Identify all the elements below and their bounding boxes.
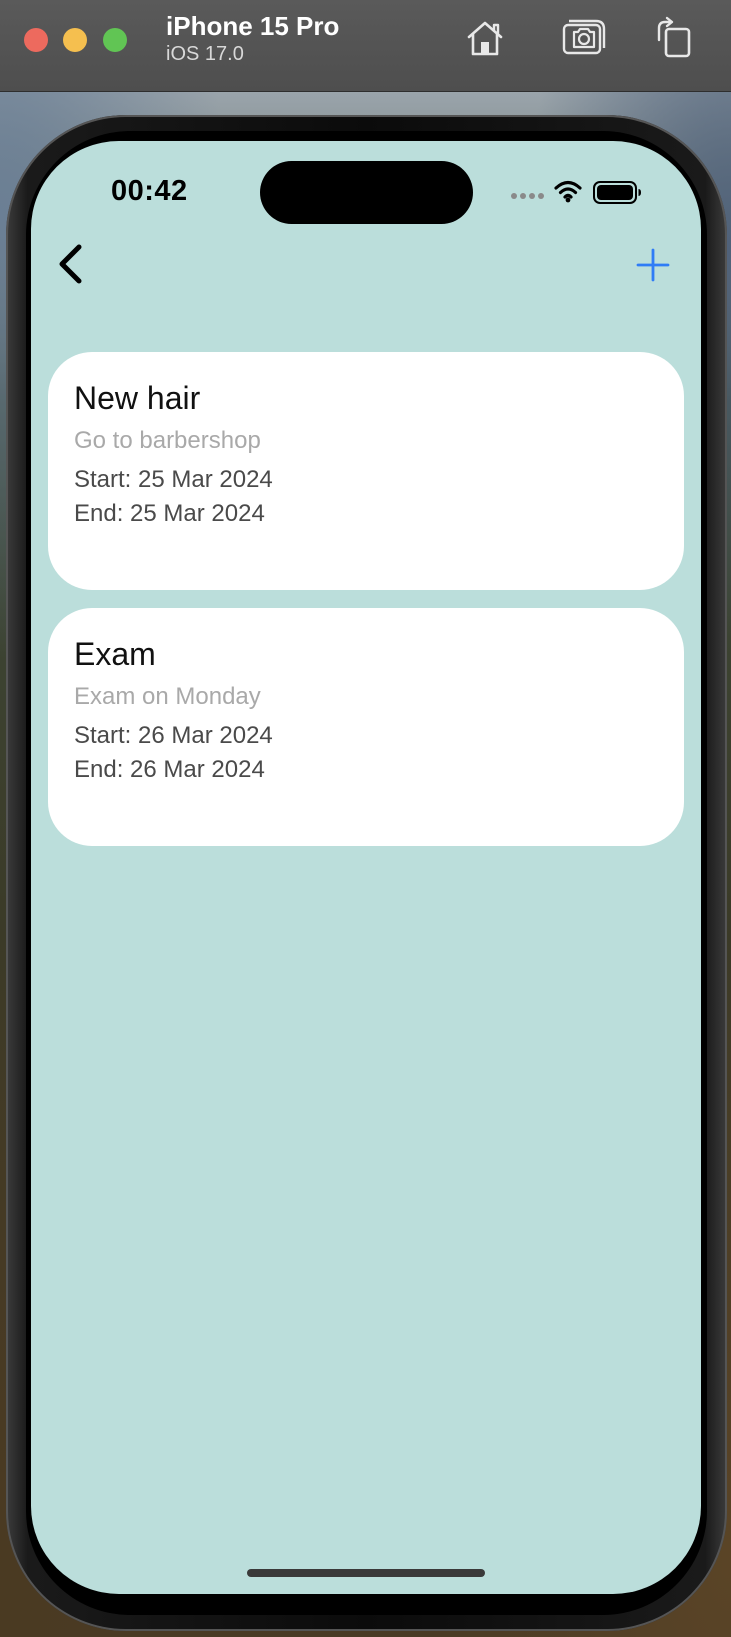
event-card[interactable]: New hair Go to barbershop Start: 25 Mar … (48, 352, 684, 590)
window-minimize-button[interactable] (63, 28, 87, 52)
rotate-button[interactable] (653, 16, 697, 60)
wifi-icon (554, 180, 582, 199)
back-button[interactable] (53, 241, 93, 289)
plus-icon (636, 248, 670, 282)
event-title: New hair (74, 380, 201, 416)
event-end-date: End: 25 Mar 2024 (74, 500, 265, 527)
event-description: Exam on Monday (74, 683, 261, 710)
simulator-titlebar: iPhone 15 Pro iOS 17.0 (0, 0, 731, 92)
cellular-dots-icon (511, 193, 544, 199)
window-close-button[interactable] (24, 28, 48, 52)
dynamic-island (260, 161, 473, 224)
home-icon (467, 21, 503, 56)
os-version: iOS 17.0 (166, 43, 244, 65)
event-start-date: Start: 26 Mar 2024 (74, 722, 273, 749)
rotate-icon (657, 16, 691, 58)
chevron-left-icon (59, 244, 82, 284)
status-icons (510, 177, 670, 207)
battery-icon (593, 181, 641, 204)
event-start-date: Start: 25 Mar 2024 (74, 466, 273, 493)
event-description: Go to barbershop (74, 427, 261, 454)
event-end-date: End: 26 Mar 2024 (74, 756, 265, 783)
device-name: iPhone 15 Pro (166, 11, 340, 41)
home-button[interactable] (463, 16, 507, 60)
phone-screen: 00:42 New hair Go to barbershop Start: 2… (31, 141, 701, 1594)
screenshot-icon (562, 19, 606, 55)
add-event-button[interactable] (635, 247, 671, 283)
status-time: 00:42 (111, 175, 188, 207)
event-title: Exam (74, 636, 156, 672)
event-card[interactable]: Exam Exam on Monday Start: 26 Mar 2024 E… (48, 608, 684, 846)
window-zoom-button[interactable] (103, 28, 127, 52)
screenshot-button[interactable] (562, 16, 606, 60)
home-indicator[interactable] (247, 1569, 485, 1577)
